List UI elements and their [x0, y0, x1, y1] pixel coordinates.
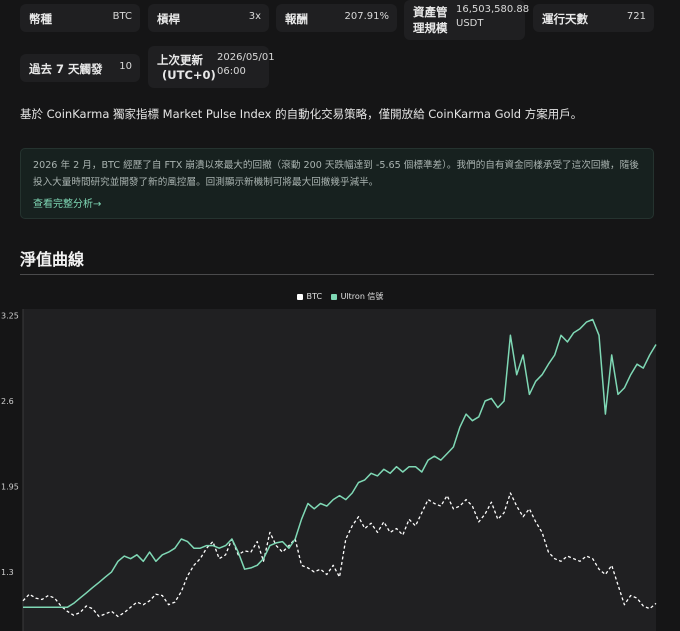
- stat-card-leverage: 槓桿 3x: [148, 4, 269, 32]
- stat-label: 槓桿: [157, 12, 180, 26]
- stat-value: USDT: [456, 18, 484, 29]
- stat-card-signals: 過去 7 天觸發 10: [20, 54, 140, 82]
- section-title: 淨值曲線: [20, 250, 85, 269]
- stat-label: 理規模: [413, 21, 448, 35]
- y-tick-label: 2.6: [1, 397, 14, 406]
- stat-value: 06:00: [217, 66, 246, 77]
- stat-value: 10: [119, 61, 132, 72]
- stat-label: 運行天數: [542, 12, 588, 26]
- y-tick-label: 3.25: [1, 312, 19, 321]
- plot-area: [23, 309, 656, 631]
- y-tick-label: 1.3: [1, 568, 14, 577]
- drawdown-notice: 2026 年 2 月，BTC 經歷了自 FTX 崩潰以來最大的回撤（滾動 200…: [20, 148, 654, 219]
- stat-card-aum: 資產管 理規模 16,503,580.88 USDT: [404, 0, 529, 40]
- legend-swatch-btc: [296, 293, 303, 300]
- stat-value: 2026/05/01: [217, 52, 275, 63]
- stat-label: 上次更新: [157, 53, 203, 67]
- equity-curve-chart: 3.25 2.6 1.95 1.3: [1, 309, 657, 631]
- strategy-description: 基於 CoinKarma 獨家指標 Market Pulse Index 的自動…: [20, 107, 583, 121]
- stat-card-updated: 上次更新 (UTC+0) 2026/05/01 06:00: [148, 46, 275, 88]
- stat-value: 3x: [248, 11, 261, 22]
- y-tick-label: 1.95: [1, 482, 19, 491]
- full-analysis-link[interactable]: 查看完整分析→: [33, 195, 101, 210]
- stat-value: BTC: [112, 11, 132, 22]
- stat-value: 16,503,580.88: [456, 4, 530, 15]
- stat-value: 207.91%: [344, 11, 390, 22]
- stat-label: 過去 7 天觸發: [29, 62, 103, 76]
- stat-card-return: 報酬 207.91%: [276, 4, 397, 32]
- stat-label: 幣種: [29, 12, 52, 26]
- notice-text: 2026 年 2 月，BTC 經歷了自 FTX 崩潰以來最大的回撤（滾動 200…: [33, 160, 639, 188]
- stat-card-coin: 幣種 BTC: [20, 4, 140, 32]
- stat-label: 報酬: [285, 12, 308, 26]
- stat-label: 資產管: [413, 5, 448, 19]
- stat-label: (UTC+0): [162, 68, 216, 82]
- section-divider: [20, 274, 654, 275]
- legend-swatch-ultron: [330, 293, 337, 300]
- stat-card-days: 運行天數 721: [533, 4, 654, 32]
- stat-value: 721: [626, 11, 646, 22]
